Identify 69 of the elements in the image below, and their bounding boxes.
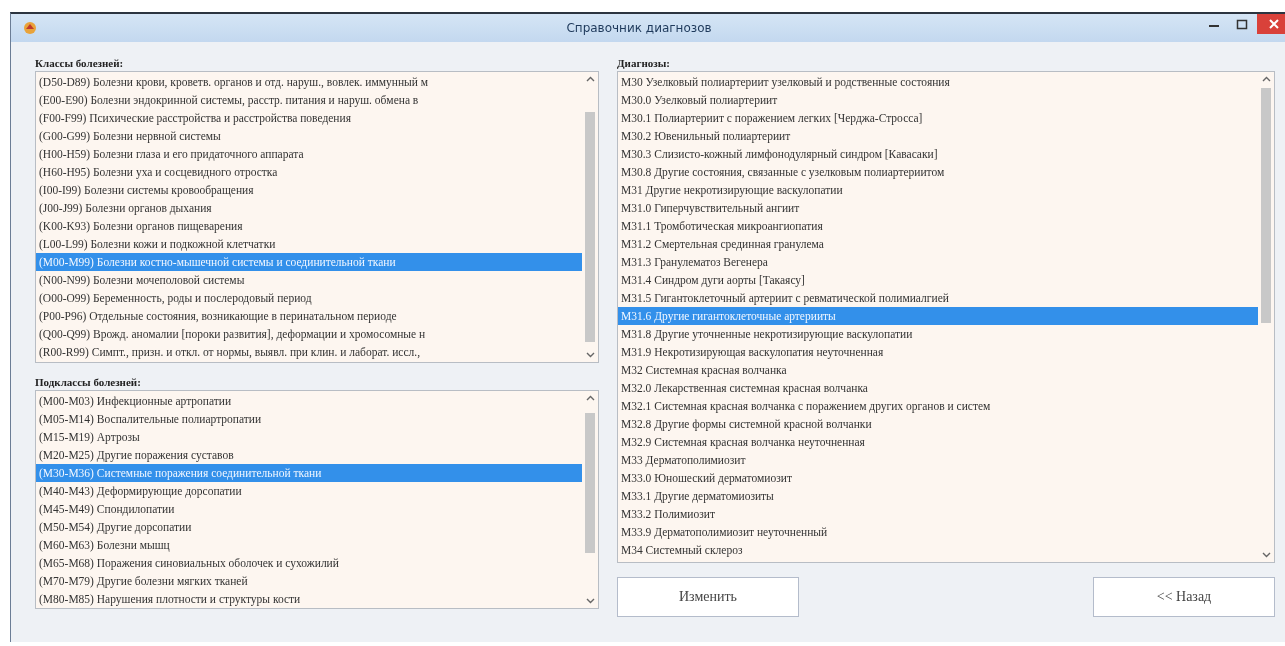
list-item[interactable]: (M20-M25) Другие поражения суставов bbox=[36, 446, 582, 464]
list-item[interactable]: (R00-R99) Симпт., призн. и откл. от нормы, выявл. при клин. и лаборат. иссл., bbox=[36, 343, 582, 361]
list-item[interactable]: (H00-H59) Болезни глаза и его придаточного аппарата bbox=[36, 145, 582, 163]
list-item[interactable]: (M60-M63) Болезни мышц bbox=[36, 536, 582, 554]
close-icon[interactable] bbox=[1257, 14, 1285, 34]
list-item[interactable]: (M40-M43) Деформирующие дорсопатии bbox=[36, 482, 582, 500]
scrollbar-thumb[interactable] bbox=[585, 413, 595, 553]
list-item[interactable]: M31.0 Гиперчувствительный ангиит bbox=[618, 199, 1258, 217]
list-item[interactable]: M30.8 Другие состояния, связанные с узелковым полиартериитом bbox=[618, 163, 1258, 181]
list-item[interactable]: (O00-O99) Беременность, роды и послеродовый период bbox=[36, 289, 582, 307]
list-item[interactable]: M30.2 Ювенильный полиартериит bbox=[618, 127, 1258, 145]
list-item[interactable]: (M45-M49) Спондилопатии bbox=[36, 500, 582, 518]
list-item[interactable]: M33.2 Полимиозит bbox=[618, 505, 1258, 523]
list-label: Диагнозы: bbox=[617, 56, 670, 71]
list-item[interactable]: (M65-M68) Поражения синовиальных оболочек и сухожилий bbox=[36, 554, 582, 572]
scroll-up-icon[interactable] bbox=[585, 395, 595, 401]
list-item[interactable]: (G00-G99) Болезни нервной системы bbox=[36, 127, 582, 145]
scrollbar-thumb[interactable] bbox=[585, 112, 595, 342]
list-item[interactable]: (P00-P96) Отдельные состояния, возникающие в перинатальном периоде bbox=[36, 307, 582, 325]
list-item[interactable]: M31.8 Другие уточненные некротизирующие васкулопатии bbox=[618, 325, 1258, 343]
list-item[interactable]: M33.0 Юношеский дерматомиозит bbox=[618, 469, 1258, 487]
list-item[interactable]: (M50-M54) Другие дорсопатии bbox=[36, 518, 582, 536]
change-button[interactable]: Изменить bbox=[617, 577, 799, 617]
list-item[interactable]: M31 Другие некротизирующие васкулопатии bbox=[618, 181, 1258, 199]
scrollbar-thumb[interactable] bbox=[1261, 88, 1271, 323]
list-item[interactable]: M31.1 Тромботическая микроангиопатия bbox=[618, 217, 1258, 235]
list-item[interactable]: (H60-H95) Болезни уха и сосцевидного отростка bbox=[36, 163, 582, 181]
list-item[interactable]: M33.9 Дерматополимиозит неуточненный bbox=[618, 523, 1258, 541]
list-item[interactable]: M31.2 Смертельная срединная гранулема bbox=[618, 235, 1258, 253]
list-item[interactable]: M32.1 Системная красная волчанка с поражением других органов и систем bbox=[618, 397, 1258, 415]
list-item[interactable]: M30.3 Слизисто-кожный лимфонодулярный синдром [Кавасаки] bbox=[618, 145, 1258, 163]
scroll-down-icon[interactable] bbox=[585, 352, 595, 358]
list-item[interactable]: M30.1 Полиартериит с поражением легких [Черджа-Стросса] bbox=[618, 109, 1258, 127]
list-label: Подклассы болезней: bbox=[35, 375, 141, 390]
list-item[interactable]: (M70-M79) Другие болезни мягких тканей bbox=[36, 572, 582, 590]
app-icon bbox=[23, 21, 37, 35]
list-item[interactable]: M30.0 Узелковый полиартериит bbox=[618, 91, 1258, 109]
back-button[interactable]: << Назад bbox=[1093, 577, 1275, 617]
list-item[interactable]: M30 Узелковый полиартериит узелковый и родственные состояния bbox=[618, 73, 1258, 91]
scroll-up-icon[interactable] bbox=[585, 76, 595, 82]
list-label: Классы болезней: bbox=[35, 56, 124, 71]
list-item[interactable]: (K00-K93) Болезни органов пищеварения bbox=[36, 217, 582, 235]
list-item[interactable]: M32.0 Лекарственная системная красная волчанка bbox=[618, 379, 1258, 397]
list-item[interactable]: (J00-J99) Болезни органов дыхания bbox=[36, 199, 582, 217]
list-item[interactable]: M34 Системный склероз bbox=[618, 541, 1258, 559]
list-item[interactable]: (M15-M19) Артрозы bbox=[36, 428, 582, 446]
list-item[interactable]: M31.3 Гранулематоз Вегенера bbox=[618, 253, 1258, 271]
list-item[interactable]: M33 Дерматополимиозит bbox=[618, 451, 1258, 469]
window-title: Справочник диагнозов bbox=[565, 21, 713, 35]
list-item[interactable]: M31.4 Синдром дуги аорты [Такаясу] bbox=[618, 271, 1258, 289]
list-item[interactable]: (Q00-Q99) Врожд. аномалии [пороки развития], деформации и хромосомные н bbox=[36, 325, 582, 343]
list-item[interactable]: M33.1 Другие дерматомиозиты bbox=[618, 487, 1258, 505]
list-item[interactable]: M32.8 Другие формы системной красной волчанки bbox=[618, 415, 1258, 433]
scroll-down-icon[interactable] bbox=[1261, 552, 1271, 558]
list-item[interactable]: (L00-L99) Болезни кожи и подкожной клетчатки bbox=[36, 235, 582, 253]
list-item[interactable]: (I00-I99) Болезни системы кровообращения bbox=[36, 181, 582, 199]
list-item[interactable]: (M80-M85) Нарушения плотности и структуры кости bbox=[36, 590, 582, 608]
list-item[interactable]: (D50-D89) Болезни крови, кроветв. органов и отд. наруш., вовлек. иммунный м bbox=[36, 73, 582, 91]
list-item[interactable]: (M05-M14) Воспалительные полиартропатии bbox=[36, 410, 582, 428]
scroll-up-icon[interactable] bbox=[1261, 76, 1271, 82]
list-item[interactable]: (M00-M03) Инфекционные артропатии bbox=[36, 392, 582, 410]
list-item[interactable]: M31.5 Гигантоклеточный артериит с ревматической полимиалгией bbox=[618, 289, 1258, 307]
list-item[interactable]: (F00-F99) Психические расстройства и расстройства поведения bbox=[36, 109, 582, 127]
scroll-down-icon[interactable] bbox=[585, 598, 595, 604]
list-item[interactable]: M32.9 Системная красная волчанка неуточненная bbox=[618, 433, 1258, 451]
list-item[interactable]: (E00-E90) Болезни эндокринной системы, расстр. питания и наруш. обмена в bbox=[36, 91, 582, 109]
list-item[interactable]: (N00-N99) Болезни мочеполовой системы bbox=[36, 271, 582, 289]
list-item[interactable]: M31.9 Некротизирующая васкулопатия неуточненная bbox=[618, 343, 1258, 361]
list-item[interactable]: M32 Системная красная волчанка bbox=[618, 361, 1258, 379]
